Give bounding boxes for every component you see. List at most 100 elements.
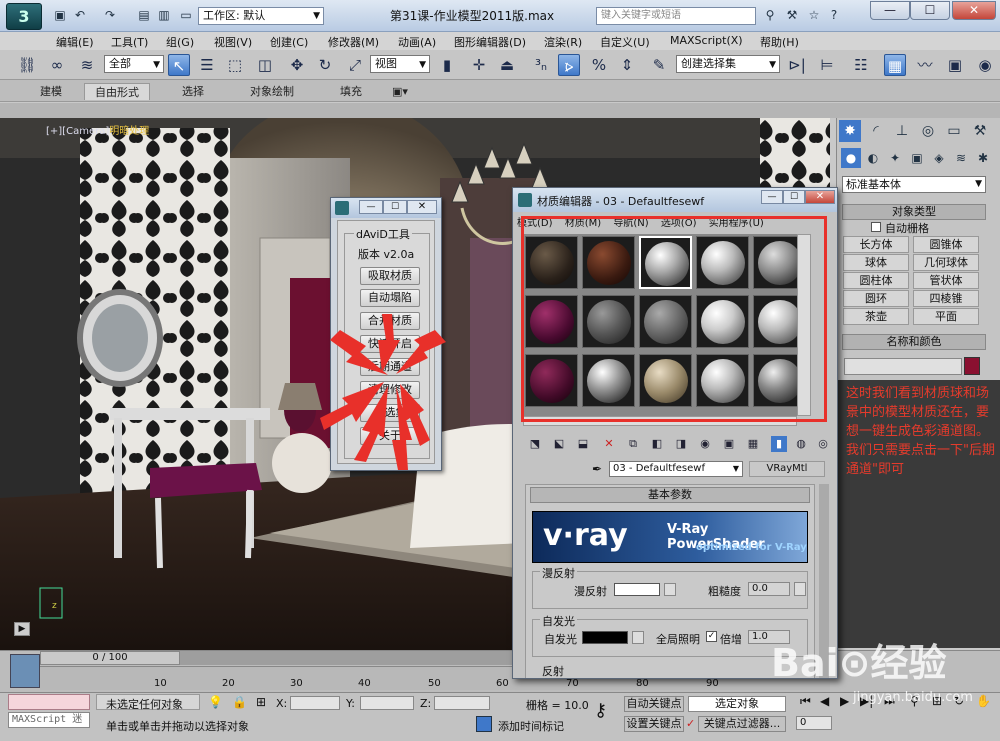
make-copy-icon[interactable]: ⧉ [625,436,641,452]
get-material-icon[interactable]: ⬔ [527,436,543,452]
hierarchy-tab-icon[interactable]: ⊥ [891,120,913,142]
minimize-button[interactable]: — [761,190,783,204]
material-type-button[interactable]: VRayMtl [749,461,825,477]
select-manipulate-icon[interactable]: ✛ [468,54,490,76]
viewport-label[interactable]: [+][Camera]明暗处理 [46,122,149,137]
tab-selection[interactable]: 选择 [172,83,214,100]
diffuse-color-swatch[interactable] [614,583,660,596]
close-button[interactable]: ✕ [805,190,835,204]
mini-curve-toggle[interactable] [10,654,40,688]
graphite-toggle-icon[interactable]: ▦ [884,54,906,76]
material-id-icon[interactable]: ◉ [697,436,713,452]
cylinder-button[interactable]: 圆柱体 [843,272,909,289]
tab-populate[interactable]: 填充 [330,83,372,100]
cone-button[interactable]: 圆锥体 [913,236,979,253]
menu-group[interactable]: 组(G) [166,34,194,50]
time-slider[interactable]: 0 / 100 [40,651,180,665]
modify-tab-icon[interactable]: ◜ [865,120,887,142]
rotate-icon[interactable]: ↻ [314,54,336,76]
key-icon[interactable]: ⚷ [594,700,607,721]
reference-coordinate-select[interactable]: 视图 ▼ [370,55,430,73]
tube-button[interactable]: 管状体 [913,272,979,289]
open-file-icon[interactable]: ▥ [156,8,172,23]
folder-icon[interactable]: ▭ [178,8,194,23]
edit-named-selection-icon[interactable]: ✎ [648,54,670,76]
motion-tab-icon[interactable]: ◎ [917,120,939,142]
diffuse-map-button[interactable] [664,583,676,596]
menu-edit[interactable]: 编辑(E) [56,34,94,50]
tab-object-paint[interactable]: 对象绘制 [240,83,304,100]
helpers-icon[interactable]: ◈ [929,148,949,168]
search-input[interactable]: 键入关键字或短语 [596,7,756,25]
self-illumination-color-swatch[interactable] [582,631,628,644]
set-key-button[interactable]: 设置关键点 [624,716,684,732]
geosphere-button[interactable]: 几何球体 [913,254,979,271]
rectangle-selection-icon[interactable]: ⬚ [224,54,246,76]
lightbulb-icon[interactable]: 💡 [208,695,223,709]
systems-icon[interactable]: ✱ [973,148,993,168]
put-to-library-icon[interactable]: ◨ [673,436,689,452]
menu-help[interactable]: 帮助(H) [760,34,799,50]
create-tab-icon[interactable]: ✸ [839,120,861,142]
space-warps-icon[interactable]: ≋ [951,148,971,168]
unlink-icon[interactable]: ∞ [46,54,68,76]
x-coordinate-field[interactable] [290,696,340,710]
redo-icon[interactable]: ↷ [102,8,118,23]
project-folder-icon[interactable]: ▤ [136,8,152,23]
layer-manager-icon[interactable]: ☷ [850,54,872,76]
minimize-button[interactable]: — [359,200,383,214]
shapes-icon[interactable]: ◐ [863,148,883,168]
absorb-material-button[interactable]: 吸取材质 [360,267,420,285]
select-object-icon[interactable]: ↖ [168,54,190,76]
sphere-button[interactable]: 球体 [843,254,909,271]
display-tab-icon[interactable]: ▭ [943,120,965,142]
favorites-icon[interactable]: ☆ [806,8,822,23]
scale-icon[interactable]: ⤢ [344,54,366,76]
material-editor-icon[interactable]: ◉ [974,54,996,76]
box-button[interactable]: 长方体 [843,236,909,253]
viewport-expand-icon[interactable]: ▶ [14,622,30,636]
plane-button[interactable]: 平面 [913,308,979,325]
link-icon[interactable]: ⛓ [16,54,38,76]
undo-icon[interactable]: ↶ [72,8,88,23]
tools-icon[interactable]: ⚒ [784,8,800,23]
menu-graph-editors[interactable]: 图形编辑器(D) [454,34,526,50]
y-coordinate-field[interactable] [360,696,414,710]
put-to-scene-icon[interactable]: ⬕ [551,436,567,452]
menu-create[interactable]: 创建(C) [270,34,308,50]
roughness-map-button[interactable] [794,582,806,596]
cameras-icon[interactable]: ▣ [907,148,927,168]
ribbon-options-icon[interactable]: ▣▾ [382,83,418,100]
absolute-mode-icon[interactable]: ⊞ [256,695,266,709]
make-unique-icon[interactable]: ◧ [649,436,665,452]
angle-snap-icon[interactable]: ⦠ [558,54,580,76]
percent-snap-icon[interactable]: % [588,54,610,76]
align-icon[interactable]: ⊨ [816,54,838,76]
maximize-button[interactable]: ☐ [383,200,407,214]
viewport-shading-mode[interactable]: 明暗处理 [109,126,149,137]
time-tag-icon[interactable] [476,716,492,732]
select-by-name-icon[interactable]: ☰ [196,54,218,76]
named-selection-select[interactable]: 创建选择集 ▼ [676,55,780,73]
menu-modifiers[interactable]: 修改器(M) [328,34,379,50]
autogrid-checkbox[interactable] [871,222,881,232]
menu-maxscript[interactable]: MAXScript(X) [670,34,743,47]
workspace-select[interactable]: 工作区: 默认 ▼ [198,7,324,25]
roughness-spinner[interactable]: 0.0 [748,582,790,596]
maxscript-listener-output[interactable] [8,694,90,710]
schematic-view-icon[interactable]: ▣ [944,54,966,76]
basic-parameters-rollout[interactable]: 基本参数 [530,487,810,503]
add-time-tag[interactable]: 添加时间标记 [498,718,564,734]
lights-icon[interactable]: ✦ [885,148,905,168]
save-icon[interactable]: ▣ [52,8,68,23]
object-name-field[interactable] [844,358,962,375]
binoculars-icon[interactable]: ⚲ [762,8,778,23]
app-logo-icon[interactable]: 3 [6,3,42,30]
lock-icon[interactable]: 🔒 [232,695,247,709]
bind-spacewarp-icon[interactable]: ≋ [76,54,98,76]
help-icon[interactable]: ? [826,8,842,23]
window-crossing-icon[interactable]: ◫ [254,54,276,76]
keyboard-shortcut-icon[interactable]: ⏏ [496,54,518,76]
move-icon[interactable]: ✥ [286,54,308,76]
z-coordinate-field[interactable] [434,696,490,710]
